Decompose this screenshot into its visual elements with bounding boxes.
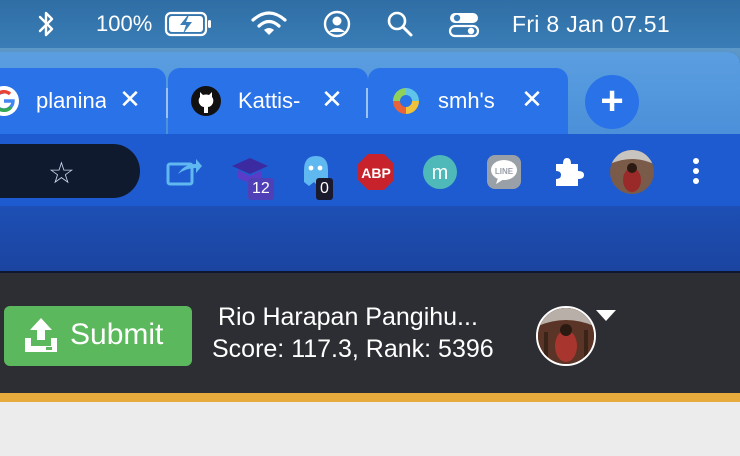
submit-button[interactable]: Submit xyxy=(4,306,192,366)
kebab-menu-icon[interactable] xyxy=(684,152,708,192)
submit-label: Submit xyxy=(70,318,164,351)
tab-smh[interactable]: smh's ✕ xyxy=(368,68,568,134)
share-extension-icon[interactable] xyxy=(164,152,204,192)
chevron-down-icon[interactable] xyxy=(596,310,616,321)
battery-charging-icon[interactable] xyxy=(164,0,214,48)
notification-badge: 12 xyxy=(248,178,274,200)
tab-kattis[interactable]: Kattis- ✕ xyxy=(168,68,368,134)
m-label: m xyxy=(432,162,449,184)
profile-avatar-icon[interactable] xyxy=(610,150,654,194)
page-top-banner xyxy=(0,206,740,272)
control-center-icon[interactable] xyxy=(448,0,480,48)
adblock-plus-icon[interactable]: ABP xyxy=(356,152,396,192)
battery-percentage: 100% xyxy=(96,11,153,36)
site-header: Submit Rio Harapan Pangihu... Score: 117… xyxy=(0,273,740,393)
github-icon xyxy=(190,85,222,117)
upload-icon xyxy=(22,316,60,356)
mailtrack-m-icon[interactable]: m xyxy=(420,152,460,192)
wifi-icon[interactable] xyxy=(250,0,288,48)
notification-badge: 0 xyxy=(316,178,333,200)
bluetooth-icon[interactable] xyxy=(36,0,58,48)
line-label: LINE xyxy=(495,167,514,176)
abp-label: ABP xyxy=(361,165,391,181)
user-name[interactable]: Rio Harapan Pangihu... xyxy=(218,303,478,332)
close-tab-icon[interactable]: ✕ xyxy=(318,85,346,113)
google-icon xyxy=(0,85,20,117)
menubar-clock[interactable]: Fri 8 Jan 07.51 xyxy=(512,0,670,48)
close-tab-icon[interactable]: ✕ xyxy=(116,85,144,113)
colorful-ring-icon xyxy=(390,85,422,117)
address-bar[interactable]: ☆ xyxy=(0,144,140,198)
user-account-icon[interactable] xyxy=(322,0,352,48)
accent-strip xyxy=(0,393,740,402)
bookmark-star-icon[interactable]: ☆ xyxy=(48,156,75,191)
user-avatar[interactable] xyxy=(536,306,596,366)
page-content-area xyxy=(0,402,740,456)
puzzle-extensions-icon[interactable] xyxy=(548,152,588,192)
spotlight-search-icon[interactable] xyxy=(386,0,414,48)
tab-title: Kattis- xyxy=(238,88,301,113)
macos-menu-bar: 100% Fri 8 Jan 07.51 xyxy=(0,0,740,48)
new-tab-button[interactable]: + xyxy=(585,75,639,129)
tab-strip: planina ✕ Kattis- ✕ smh's ✕ + xyxy=(0,52,740,134)
tab-google[interactable]: planina ✕ xyxy=(0,68,166,134)
line-extension-icon[interactable]: LINE xyxy=(484,152,524,192)
browser-window: planina ✕ Kattis- ✕ smh's ✕ + ☆ 12 0 ABP… xyxy=(0,52,740,272)
browser-toolbar: ☆ 12 0 ABP m LINE xyxy=(0,134,740,206)
tab-title: smh's xyxy=(438,88,495,113)
tab-title: planina xyxy=(36,88,106,113)
user-score-rank: Score: 117.3, Rank: 5396 xyxy=(212,335,494,363)
close-tab-icon[interactable]: ✕ xyxy=(518,85,546,113)
